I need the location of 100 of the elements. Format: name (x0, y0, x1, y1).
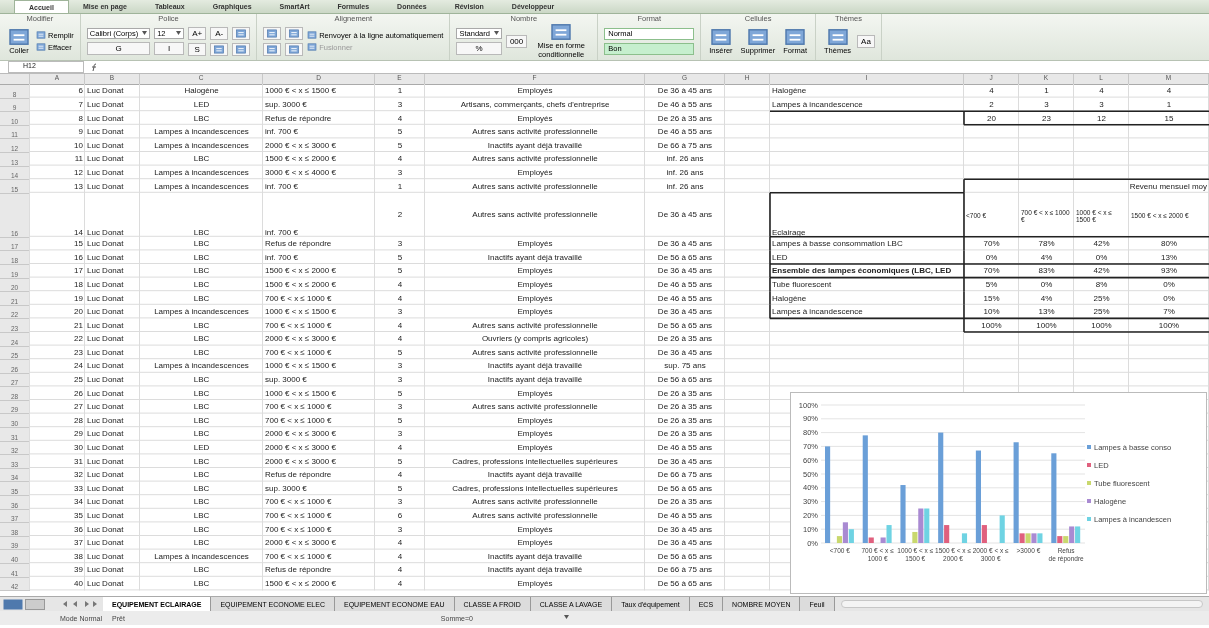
table-cell-text: Luc Donat (86, 496, 125, 509)
table-cell-text: 4 (396, 333, 404, 346)
toolbar-button[interactable] (232, 42, 251, 56)
table-cell-text: 100% (1035, 319, 1058, 332)
table-cell-text: 3 (396, 374, 404, 387)
table-cell-text: 3 (396, 360, 404, 373)
table-cell-text: Luc Donat (86, 306, 125, 319)
toolbar-button[interactable] (263, 26, 282, 40)
table-cell-text: Lampes à incandescences (153, 180, 250, 193)
table-cell-text: Luc Donat (86, 510, 125, 522)
table-cell-text: LBC (192, 292, 211, 305)
table-cell-text: 2000 € < x ≤ 3000 € (264, 428, 337, 441)
table-cell-text: 2000 € < x ≤ 3000 € (264, 333, 337, 346)
toolbar-button[interactable] (285, 26, 304, 40)
table-cell-text: 32 (73, 469, 84, 482)
table-cell-text: Luc Donat (86, 523, 125, 536)
page-view-icon[interactable] (25, 598, 45, 610)
toolbar-button[interactable]: A- (210, 26, 229, 40)
table-cell-text: 0% (984, 251, 999, 264)
table-cell-text: 23 (1041, 112, 1052, 125)
table-cell-text: 4 (1165, 85, 1173, 98)
table-cell-text: 15 (1163, 112, 1175, 125)
table-cell-text: LBC (192, 482, 211, 495)
table-cell-text: LED (771, 251, 789, 264)
table-cell-text: 5 (396, 251, 404, 264)
toolbar-button[interactable]: G (86, 41, 151, 55)
table-cell-text: Autres sans activité professionnelle (471, 126, 599, 139)
table-cell-text: sup. 3000 € (264, 374, 308, 387)
table-cell-text: Inactifs ayant déjà travaillé (486, 564, 584, 577)
table-cell-text: 10 (73, 139, 84, 152)
toolbar-button[interactable]: % (456, 41, 502, 55)
tool-icon (784, 27, 807, 46)
toolbar-button[interactable]: S (188, 42, 207, 56)
table-cell-text: 4 (396, 292, 404, 305)
table-cell-text: LBC (192, 112, 211, 125)
table-cell-text: Revenu mensuel moy (1129, 180, 1208, 193)
table-cell-text: 5 (396, 265, 404, 278)
sheet-nav-icon[interactable] (61, 600, 97, 608)
table-cell-text: 6 (396, 510, 404, 522)
toolbar-button[interactable]: 000 (505, 34, 528, 48)
table-cell-text: inf. 700 € (264, 126, 299, 139)
table-cell-text: 700 € < x ≤ 1000 € (264, 510, 333, 522)
table-cell-text: inf. 700 € (264, 251, 299, 264)
table-cell-text: De 36 à 45 ans (656, 537, 714, 550)
scrollbar[interactable] (840, 600, 1203, 608)
table-cell-text: 1000 € < x ≤ 1500 € (264, 306, 337, 319)
toolbar-button[interactable]: Aa (857, 34, 875, 48)
table-cell-text: De 26 à 35 ans (656, 496, 714, 509)
table-cell-text: 3 (1098, 99, 1105, 111)
table-cell-text: Refus de répondre (264, 564, 333, 577)
table-cell-text: De 36 à 45 ans (656, 346, 714, 359)
table-cell-text: 70% (982, 238, 1001, 251)
table-cell-text: 700 € < x ≤ 1000 € (264, 523, 333, 536)
table-cell-text: sup. 3000 € (264, 99, 308, 111)
table-cell-text: LBC (192, 469, 211, 482)
table-cell-text: Inactifs ayant déjà travaillé (486, 139, 584, 152)
table-cell-text: Inactifs ayant déjà travaillé (486, 550, 584, 563)
table-cell-text: LED (192, 99, 211, 111)
table-cell-text: 25% (1092, 306, 1111, 319)
toolbar-button[interactable]: I (154, 41, 185, 55)
table-cell-text: 12 (73, 166, 84, 179)
table-cell-text: LBC (192, 428, 211, 441)
toolbar-button[interactable] (210, 42, 229, 56)
toolbar-button[interactable] (285, 42, 304, 56)
table-cell-text: inf. 700 € (264, 180, 299, 193)
table-cell-text: 700 € < x ≤ 1000 € (264, 346, 333, 359)
table-cell-text: Autres sans activité professionnelle (471, 153, 599, 166)
table-cell-text: 15% (982, 292, 1001, 305)
table-cell-text: 700 € < x ≤ 1000 € (264, 414, 333, 427)
table-cell-text: Employés (516, 85, 554, 98)
tool-icon (709, 27, 732, 46)
table-cell-text: LBC (192, 401, 211, 414)
table-cell-text: Employés (516, 442, 554, 455)
table-cell-text: De 26 à 35 ans (656, 401, 714, 414)
table-cell-text: Employés (516, 387, 554, 400)
table-cell-text: 38 (73, 550, 84, 563)
table-cell-text: 0% (1039, 278, 1054, 291)
table-cell-text: Employés (516, 278, 554, 291)
select-all-corner[interactable] (0, 74, 30, 85)
table-cell-text: De 46 à 55 ans (656, 292, 714, 305)
table-cell-text: 40 (73, 578, 84, 590)
table-cell-text: Autres sans activité professionnelle (471, 346, 599, 359)
table-cell-text: LBC (192, 523, 211, 536)
table-cell-text: 37 (73, 537, 84, 550)
table-cell-text: LED (192, 442, 211, 455)
table-cell-text: 83% (1037, 265, 1056, 278)
tool-icon (235, 28, 248, 38)
table-cell-text: Employés (516, 414, 554, 427)
table-cell-text: LBC (192, 537, 211, 550)
toolbar-button[interactable] (232, 26, 251, 40)
table-cell-text: 22 (73, 333, 84, 346)
table-cell-text: De 46 à 55 ans (656, 278, 714, 291)
toolbar-button[interactable] (263, 42, 282, 56)
table-cell-text: 20 (986, 112, 997, 125)
toolbar-button[interactable]: A+ (188, 26, 207, 40)
table-cell-text: Luc Donat (86, 442, 125, 455)
table-cell-text: 3 (396, 523, 404, 536)
normal-view-icon[interactable] (3, 598, 23, 610)
table-cell-text: 4 (396, 537, 404, 550)
table-cell-text: 700 € < x ≤ 1000 € (264, 401, 333, 414)
